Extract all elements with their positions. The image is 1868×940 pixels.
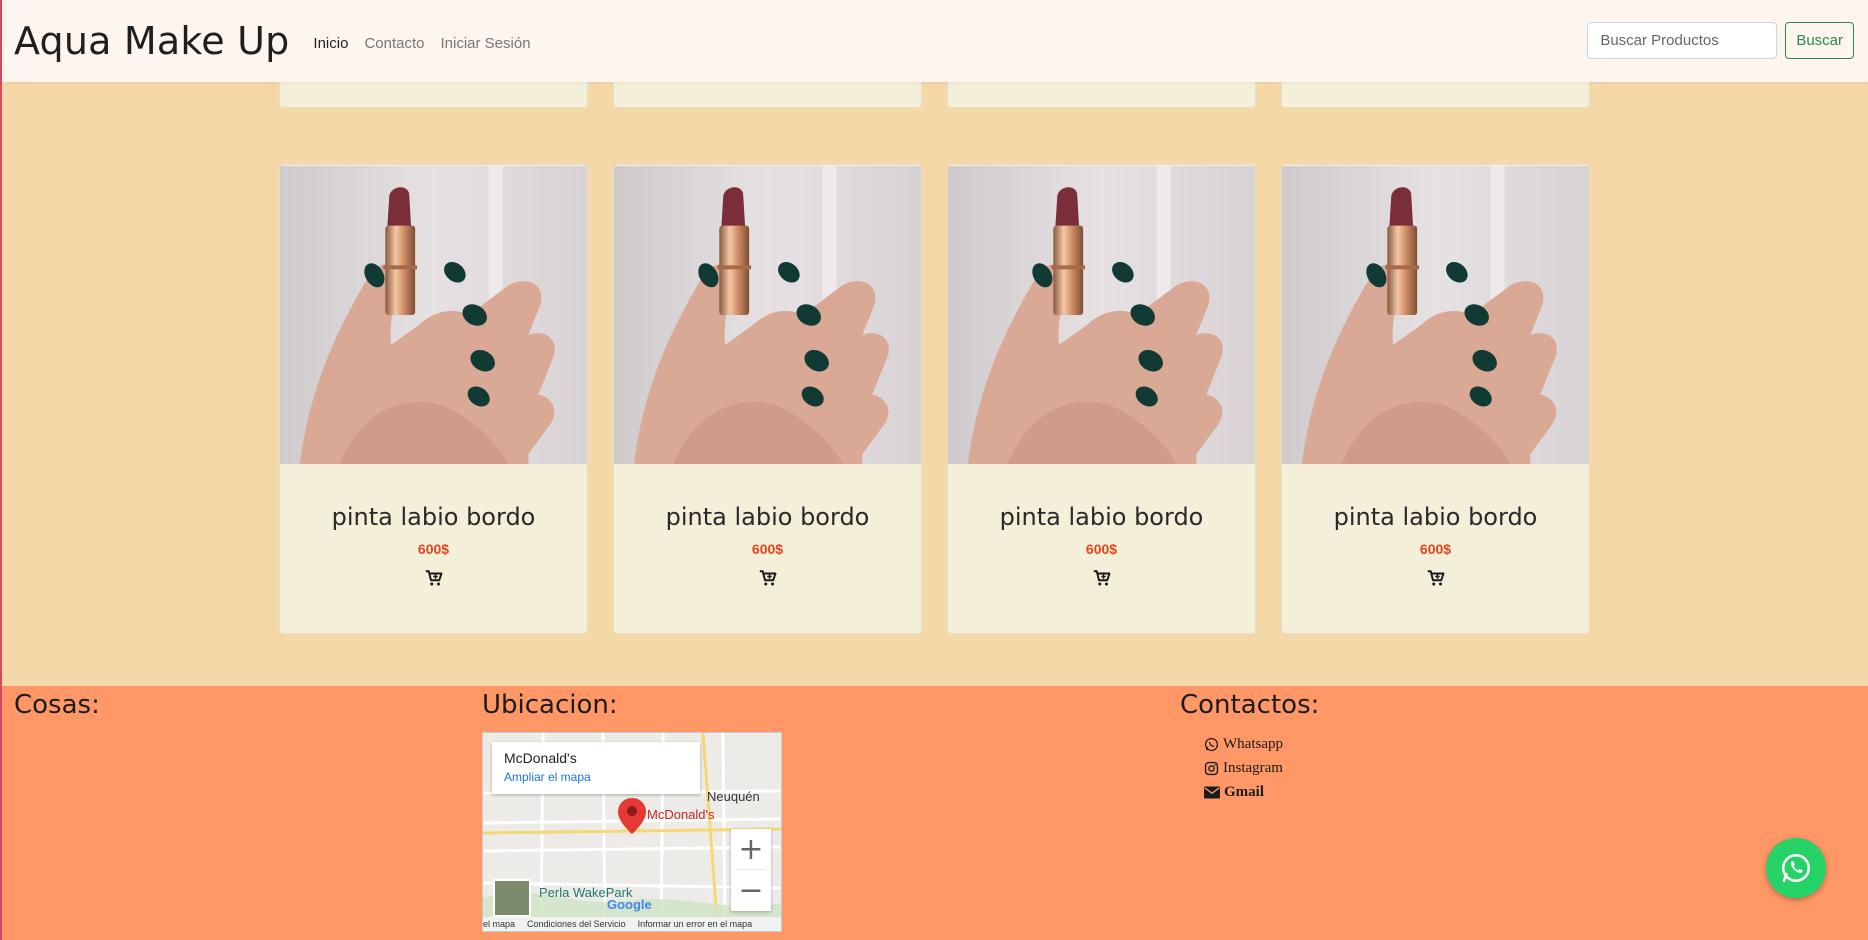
whatsapp-icon <box>1781 853 1811 883</box>
cart-icon[interactable] <box>948 569 1255 587</box>
contact-gmail[interactable]: Gmail <box>1204 780 1283 804</box>
map-terms-link[interactable]: Condiciones del Servicio <box>527 919 626 929</box>
map-zoom-controls: + − <box>731 829 771 911</box>
product-card-previous-row <box>1281 82 1590 108</box>
footer: Cosas: Ubicacion: Contactos: McDonald's … <box>2 686 1868 940</box>
footer-contactos-title: Contactos: <box>1180 690 1320 720</box>
map-marker-label: McDonald's <box>647 807 715 822</box>
brand-logo[interactable]: Aqua Make Up <box>14 19 289 63</box>
nav-link-inicio[interactable]: Inicio <box>313 35 348 52</box>
product-card-previous-row <box>947 82 1256 108</box>
map-data-link[interactable]: el mapa <box>483 919 515 929</box>
product-card-previous-row <box>613 82 922 108</box>
footer-cosas-title: Cosas: <box>14 690 100 720</box>
map-attribution-bar: el mapa Condiciones del Servicio Informa… <box>483 917 781 931</box>
product-card-previous-row <box>279 82 588 108</box>
map-city-label: Neuquén <box>707 789 760 804</box>
product-price: 600$ <box>1419 541 1452 557</box>
cart-icon[interactable] <box>614 569 921 587</box>
contact-instagram[interactable]: Instagram <box>1204 756 1283 780</box>
search-form: Buscar <box>1587 22 1854 59</box>
product-price: 600$ <box>417 541 450 557</box>
map-report-link[interactable]: Informar un error en el mapa <box>638 919 753 929</box>
search-button[interactable]: Buscar <box>1785 22 1854 59</box>
contact-whatsapp[interactable]: Whatsapp <box>1204 732 1283 756</box>
product-image <box>1282 165 1589 465</box>
map-expand-link[interactable]: Ampliar el mapa <box>504 770 688 784</box>
product-image <box>614 165 921 465</box>
contact-whatsapp-label: Whatsapp <box>1223 735 1283 752</box>
contacts-list: Whatsapp Instagram Gmail <box>1204 732 1283 804</box>
cart-icon[interactable] <box>1282 569 1589 587</box>
product-image <box>280 165 587 465</box>
product-price: 600$ <box>751 541 784 557</box>
zoom-out-button[interactable]: − <box>731 870 771 910</box>
whatsapp-icon <box>1204 737 1219 751</box>
cart-icon[interactable] <box>280 569 587 587</box>
satellite-thumbnail[interactable] <box>493 879 531 917</box>
product-card: pinta labio bordo 600$ <box>279 164 588 634</box>
map-place-name: McDonald's <box>504 750 577 766</box>
product-name: pinta labio bordo <box>999 503 1204 531</box>
product-card: pinta labio bordo 600$ <box>947 164 1256 634</box>
envelope-icon <box>1204 786 1220 798</box>
nav-link-contacto[interactable]: Contacto <box>364 35 424 52</box>
map-marker-icon[interactable] <box>618 798 646 834</box>
contact-instagram-label: Instagram <box>1223 759 1283 776</box>
google-logo: Google <box>607 897 652 912</box>
instagram-icon <box>1204 761 1219 775</box>
nav-links: Inicio Contacto Iniciar Sesión <box>313 35 530 52</box>
product-price: 600$ <box>1085 541 1118 557</box>
product-card: pinta labio bordo 600$ <box>613 164 922 634</box>
whatsapp-float-button[interactable] <box>1766 838 1826 898</box>
product-name: pinta labio bordo <box>1333 503 1538 531</box>
location-map[interactable]: McDonald's Ampliar el mapa Neuquén McDon… <box>482 732 782 932</box>
nav-link-iniciar-sesion[interactable]: Iniciar Sesión <box>441 35 531 52</box>
navbar: Aqua Make Up Inicio Contacto Iniciar Ses… <box>2 0 1868 82</box>
zoom-in-button[interactable]: + <box>731 829 771 869</box>
footer-ubicacion-title: Ubicacion: <box>482 690 618 720</box>
product-name: pinta labio bordo <box>331 503 536 531</box>
product-name: pinta labio bordo <box>665 503 870 531</box>
map-info-window: McDonald's Ampliar el mapa <box>492 742 700 794</box>
product-image <box>948 165 1255 465</box>
contact-gmail-label: Gmail <box>1224 783 1264 800</box>
search-input[interactable] <box>1587 22 1778 59</box>
product-card: pinta labio bordo 600$ <box>1281 164 1590 634</box>
